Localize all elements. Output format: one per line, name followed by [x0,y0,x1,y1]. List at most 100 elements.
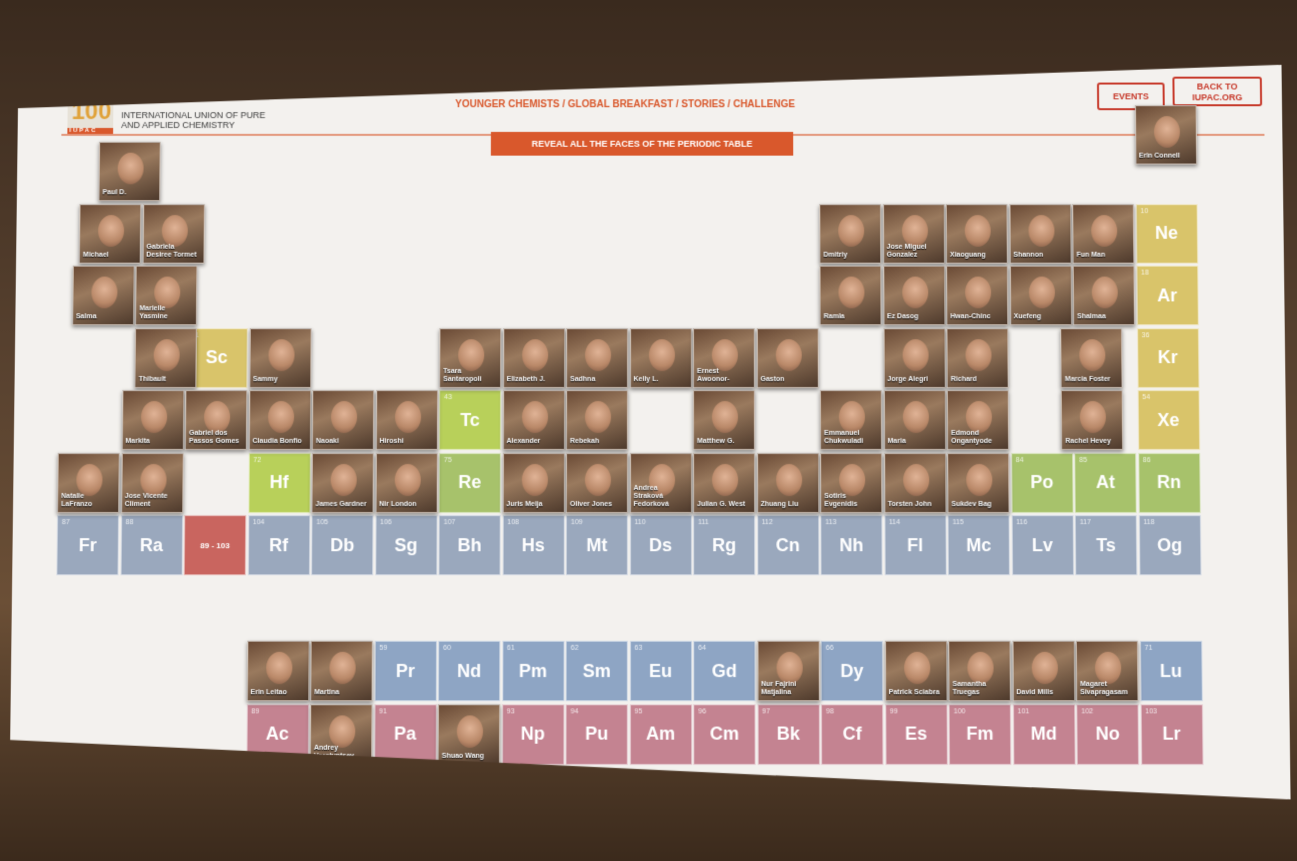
person-tile[interactable]: Sukdev Bag [947,452,1009,512]
person-tile[interactable]: Andrey Vorotyntsev [310,704,373,765]
element-tile-hs[interactable]: 108 Hs [502,515,564,575]
person-tile[interactable]: Edmond Ongantyode [947,390,1009,450]
element-tile-89-103[interactable]: 89 - 103 [184,515,247,575]
person-tile[interactable]: Samantha Truegas [948,641,1011,702]
person-tile[interactable]: Erin Leitao [246,641,309,702]
person-tile[interactable]: Martina [310,641,373,702]
element-tile-ra[interactable]: 88 Ra [120,515,183,575]
person-tile[interactable]: Julian G. West [693,452,755,512]
person-tile[interactable]: Maria [883,390,945,450]
person-tile[interactable]: Fun Man [1072,204,1134,264]
person-tile[interactable]: Magaret Sivapragasam [1076,641,1139,702]
main-nav[interactable]: YOUNGER CHEMISTS / GLOBAL BREAKFAST / ST… [455,99,795,110]
element-tile-fl[interactable]: 114 Fl [884,515,946,575]
person-tile[interactable]: Ez Dasog [883,266,945,326]
person-tile[interactable]: Shalmaa [1073,266,1135,326]
element-tile-dy[interactable]: 66 Dy [821,641,884,702]
person-tile[interactable]: Rebekah [566,390,628,450]
person-tile[interactable]: Gabriel dos Passos Gomes [185,390,247,450]
person-tile[interactable]: Sammy [249,328,311,388]
element-tile-fr[interactable]: 87 Fr [56,515,119,575]
element-tile-ts[interactable]: 117 Ts [1075,515,1138,575]
element-tile-cm[interactable]: 96 Cm [693,704,755,765]
person-tile[interactable]: Rachel Hevey [1061,390,1124,450]
back-to-iupac-button[interactable]: BACK TO IUPAC.ORG [1172,77,1262,107]
element-tile-mt[interactable]: 109 Mt [566,515,628,575]
person-tile[interactable]: Kelly L. [630,328,692,388]
person-tile[interactable]: James Gardner [311,452,373,512]
person-tile[interactable]: Jorge Alegri [883,328,945,388]
element-tile-mc[interactable]: 115 Mc [947,515,1010,575]
element-tile-tc[interactable]: 43 Tc [439,390,501,450]
element-tile-db[interactable]: 105 Db [311,515,373,575]
element-tile-ar[interactable]: 18 Ar [1136,266,1198,326]
person-tile[interactable]: Gaston [756,328,818,388]
person-tile[interactable]: Zhuang Liu [757,452,819,512]
person-tile[interactable]: Erin Connell [1134,105,1196,164]
element-tile-no[interactable]: 102 No [1076,704,1139,765]
element-tile-cf[interactable]: 98 Cf [821,704,884,765]
element-tile-rf[interactable]: 104 Rf [247,515,310,575]
person-tile[interactable]: Nir London [375,452,437,512]
person-tile[interactable]: Oliver Jones [566,452,628,512]
person-tile[interactable]: Gabriela Desiree Tormet [142,204,204,264]
person-tile[interactable]: Xuefeng [1009,266,1071,326]
element-tile-pu[interactable]: 94 Pu [565,704,627,765]
element-tile-hf[interactable]: 72 Hf [248,452,310,512]
person-tile[interactable]: Ernest Awoonor- [693,328,755,388]
element-tile-nd[interactable]: 60 Nd [438,641,501,702]
element-tile-pm[interactable]: 61 Pm [502,641,564,702]
person-tile[interactable]: David Mills [1012,641,1075,702]
element-tile-pa[interactable]: 91 Pa [374,704,437,765]
element-tile-md[interactable]: 101 Md [1012,704,1075,765]
reveal-all-faces-button[interactable]: REVEAL ALL THE FACES OF THE PERIODIC TAB… [491,132,793,156]
person-tile[interactable]: Marielle Yasmine [135,266,197,326]
person-tile[interactable]: Jose Vicente Climent [121,452,184,512]
person-tile[interactable]: Shuao Wang [438,704,501,765]
person-tile[interactable]: Thibault [135,328,197,388]
person-tile[interactable]: Marcia Foster [1060,328,1122,388]
element-tile-gd[interactable]: 64 Gd [693,641,755,702]
element-tile-bk[interactable]: 97 Bk [757,704,820,765]
element-tile-np[interactable]: 93 Np [502,704,565,765]
person-tile[interactable]: Naoaki [312,390,374,450]
element-tile-eu[interactable]: 63 Eu [629,641,691,702]
element-tile-am[interactable]: 95 Am [629,704,691,765]
person-tile[interactable]: Hwan-Chinc [946,266,1008,326]
element-tile-bh[interactable]: 107 Bh [438,515,500,575]
person-tile[interactable]: Dmitriy [819,204,881,264]
element-tile-lv[interactable]: 116 Lv [1011,515,1074,575]
person-tile[interactable]: Markita [121,390,184,450]
person-tile[interactable]: Salma [72,266,134,326]
element-tile-ac[interactable]: 89 Ac [246,704,309,765]
element-tile-cn[interactable]: 112 Cn [757,515,819,575]
element-tile-at[interactable]: 85 At [1074,452,1137,512]
element-tile-sm[interactable]: 62 Sm [566,641,628,702]
person-tile[interactable]: Juris Meija [502,452,564,512]
element-tile-po[interactable]: 84 Po [1011,452,1074,512]
person-tile[interactable]: Emmanuel Chukwuladi [820,390,882,450]
person-tile[interactable]: Nur Fajrini Matjalina [757,641,819,702]
person-tile[interactable]: Elizabeth J. [503,328,565,388]
element-tile-kr[interactable]: 36 Kr [1137,328,1200,388]
person-tile[interactable]: Michael [79,204,141,264]
person-tile[interactable]: Natalie LaFranzo [57,452,120,512]
person-tile[interactable]: Torsten John [884,452,946,512]
person-tile[interactable]: Richard [946,328,1008,388]
element-tile-fm[interactable]: 100 Fm [949,704,1012,765]
element-tile-lu[interactable]: 71 Lu [1139,641,1202,702]
person-tile[interactable]: Jose Miguel Gonzalez [882,204,944,264]
person-tile[interactable]: Xiaoguang [946,204,1008,264]
person-tile[interactable]: Tsara Santaropoli [439,328,501,388]
person-tile[interactable]: Alexander [502,390,564,450]
element-tile-rn[interactable]: 86 Rn [1138,452,1201,512]
element-tile-sg[interactable]: 106 Sg [375,515,437,575]
element-tile-es[interactable]: 99 Es [885,704,948,765]
person-tile[interactable]: Sotiris Evgenidis [820,452,882,512]
person-tile[interactable]: Shannon [1009,204,1071,264]
person-tile[interactable]: Andrea Straková Fedorková [629,452,691,512]
person-tile[interactable]: Claudia Bonfio [248,390,310,450]
person-tile[interactable]: Paul D. [99,142,161,201]
element-tile-ne[interactable]: 10 Ne [1135,204,1197,264]
person-tile[interactable]: Hiroshi [375,390,437,450]
